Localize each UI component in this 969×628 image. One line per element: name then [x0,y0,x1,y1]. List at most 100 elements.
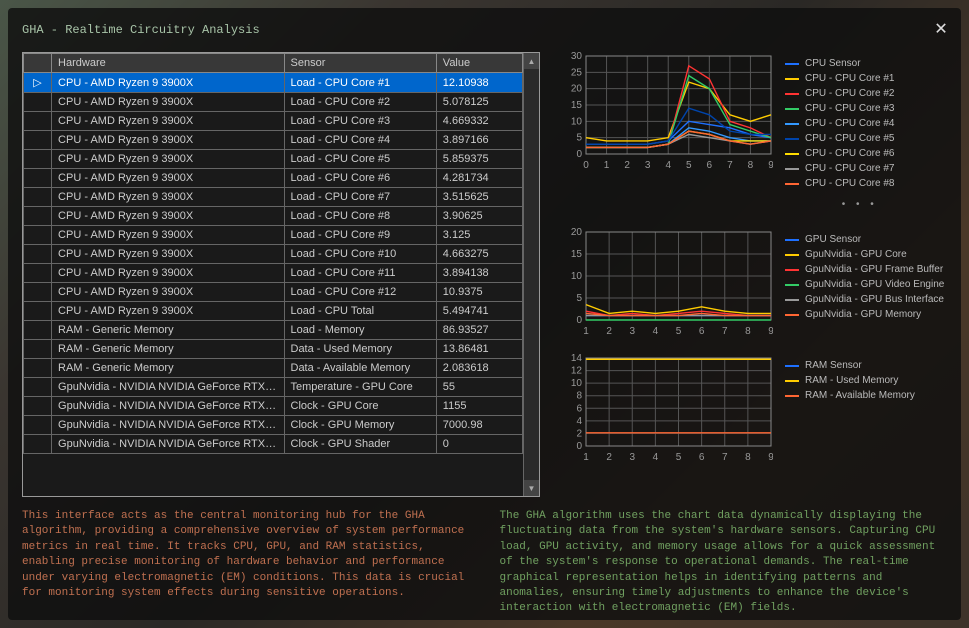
table-row[interactable]: CPU - AMD Ryzen 9 3900XLoad - CPU Core #… [24,226,523,245]
legend-item: CPU Sensor [785,56,894,71]
cell-value: 12.10938 [436,73,522,93]
svg-text:2: 2 [606,452,612,463]
svg-text:0: 0 [583,160,589,171]
svg-text:4: 4 [653,452,659,463]
col-hardware[interactable]: Hardware [52,54,284,73]
legend-label: RAM - Used Memory [805,373,898,388]
close-icon[interactable]: ✕ [935,20,947,40]
table-scrollbar[interactable]: ▲ ▼ [523,53,539,496]
cell-hardware: CPU - AMD Ryzen 9 3900X [52,131,284,150]
cell-sensor: Load - CPU Core #11 [284,264,436,283]
svg-text:9: 9 [768,326,773,337]
row-marker [24,416,52,435]
footer-left: This interface acts as the central monit… [22,509,470,617]
table-row[interactable]: CPU - AMD Ryzen 9 3900XLoad - CPU Core #… [24,245,523,264]
table-row[interactable]: CPU - AMD Ryzen 9 3900XLoad - CPU Total5… [24,302,523,321]
svg-text:8: 8 [745,452,751,463]
svg-text:4: 4 [653,326,659,337]
table-row[interactable]: CPU - AMD Ryzen 9 3900XLoad - CPU Core #… [24,112,523,131]
legend-label: CPU - CPU Core #5 [805,131,894,146]
chart-legend-1: GPU SensorGpuNvidia - GPU Core GpuNvidia … [785,228,944,338]
table-row[interactable]: GpuNvidia - NVIDIA NVIDIA GeForce RTX 20… [24,397,523,416]
row-marker [24,207,52,226]
table-row[interactable]: GpuNvidia - NVIDIA NVIDIA GeForce RTX 20… [24,378,523,397]
cell-value: 7000.98 [436,416,522,435]
legend-label: GpuNvidia - GPU Core [805,247,907,262]
legend-swatch-icon [785,108,799,110]
table-row[interactable]: CPU - AMD Ryzen 9 3900XLoad - CPU Core #… [24,207,523,226]
row-marker: ▷ [24,73,52,93]
table-row[interactable]: CPU - AMD Ryzen 9 3900XLoad - CPU Core #… [24,188,523,207]
row-marker [24,359,52,378]
legend-item: GpuNvidia - GPU Memory [785,307,944,322]
cell-hardware: CPU - AMD Ryzen 9 3900X [52,150,284,169]
cell-sensor: Load - CPU Core #6 [284,169,436,188]
cell-sensor: Clock - GPU Core [284,397,436,416]
svg-text:0: 0 [576,315,582,326]
legend-item: GpuNvidia - GPU Video Engine [785,277,944,292]
svg-text:15: 15 [571,249,583,260]
table-row[interactable]: RAM - Generic MemoryLoad - Memory86.9352… [24,321,523,340]
table-row[interactable]: ▷CPU - AMD Ryzen 9 3900XLoad - CPU Core … [24,73,523,93]
svg-text:10: 10 [571,378,583,389]
svg-text:2: 2 [624,160,630,171]
scroll-down-icon[interactable]: ▼ [524,480,539,496]
legend-swatch-icon [785,239,799,241]
cell-sensor: Data - Available Memory [284,359,436,378]
chart-legend-2: RAM SensorRAM - Used MemoryRAM - Availab… [785,354,915,464]
cell-hardware: CPU - AMD Ryzen 9 3900X [52,226,284,245]
row-marker [24,397,52,416]
row-marker [24,226,52,245]
chart-legend-0: CPU SensorCPU - CPU Core #1CPU - CPU Cor… [785,52,894,212]
cell-hardware: CPU - AMD Ryzen 9 3900X [52,188,284,207]
table-row[interactable]: CPU - AMD Ryzen 9 3900XLoad - CPU Core #… [24,131,523,150]
svg-text:5: 5 [576,293,582,304]
table-row[interactable]: CPU - AMD Ryzen 9 3900XLoad - CPU Core #… [24,169,523,188]
footer-right: The GHA algorithm uses the chart data dy… [500,509,948,617]
sensor-table-body[interactable]: Hardware Sensor Value ▷CPU - AMD Ryzen 9… [23,53,523,496]
legend-swatch-icon [785,299,799,301]
chart-1: 05101520123456789 [558,228,773,338]
col-marker[interactable] [24,54,52,73]
legend-label: RAM Sensor [805,358,862,373]
table-row[interactable]: RAM - Generic MemoryData - Available Mem… [24,359,523,378]
chart-0: 0510152025300123456789 [558,52,773,172]
table-row[interactable]: GpuNvidia - NVIDIA NVIDIA GeForce RTX 20… [24,416,523,435]
charts-panel: 0510152025300123456789CPU SensorCPU - CP… [558,52,947,497]
legend-item: CPU - CPU Core #5 [785,131,894,146]
row-marker [24,378,52,397]
svg-text:4: 4 [665,160,671,171]
col-sensor[interactable]: Sensor [284,54,436,73]
legend-item: CPU - CPU Core #8 [785,176,894,191]
table-row[interactable]: RAM - Generic MemoryData - Used Memory13… [24,340,523,359]
row-marker [24,435,52,454]
legend-swatch-icon [785,78,799,80]
row-marker [24,169,52,188]
legend-more-icon[interactable]: • • • [825,197,894,212]
cell-value: 5.494741 [436,302,522,321]
table-row[interactable]: CPU - AMD Ryzen 9 3900XLoad - CPU Core #… [24,150,523,169]
cell-value: 3.894138 [436,264,522,283]
cell-hardware: GpuNvidia - NVIDIA NVIDIA GeForce RTX 20… [52,378,284,397]
legend-item: RAM - Used Memory [785,373,915,388]
legend-item: GPU Sensor [785,232,944,247]
cell-hardware: CPU - AMD Ryzen 9 3900X [52,112,284,131]
cell-hardware: RAM - Generic Memory [52,321,284,340]
cell-value: 5.078125 [436,93,522,112]
scroll-up-icon[interactable]: ▲ [524,53,539,69]
table-row[interactable]: CPU - AMD Ryzen 9 3900XLoad - CPU Core #… [24,283,523,302]
cell-sensor: Load - CPU Core #10 [284,245,436,264]
legend-item: CPU - CPU Core #4 [785,116,894,131]
svg-text:25: 25 [571,67,583,78]
col-value[interactable]: Value [436,54,522,73]
cell-value: 4.669332 [436,112,522,131]
svg-text:6: 6 [699,452,705,463]
table-row[interactable]: GpuNvidia - NVIDIA NVIDIA GeForce RTX 20… [24,435,523,454]
legend-swatch-icon [785,93,799,95]
cell-sensor: Load - CPU Core #8 [284,207,436,226]
cell-value: 4.663275 [436,245,522,264]
table-row[interactable]: CPU - AMD Ryzen 9 3900XLoad - CPU Core #… [24,93,523,112]
table-row[interactable]: CPU - AMD Ryzen 9 3900XLoad - CPU Core #… [24,264,523,283]
svg-text:9: 9 [768,160,773,171]
cell-sensor: Clock - GPU Memory [284,416,436,435]
